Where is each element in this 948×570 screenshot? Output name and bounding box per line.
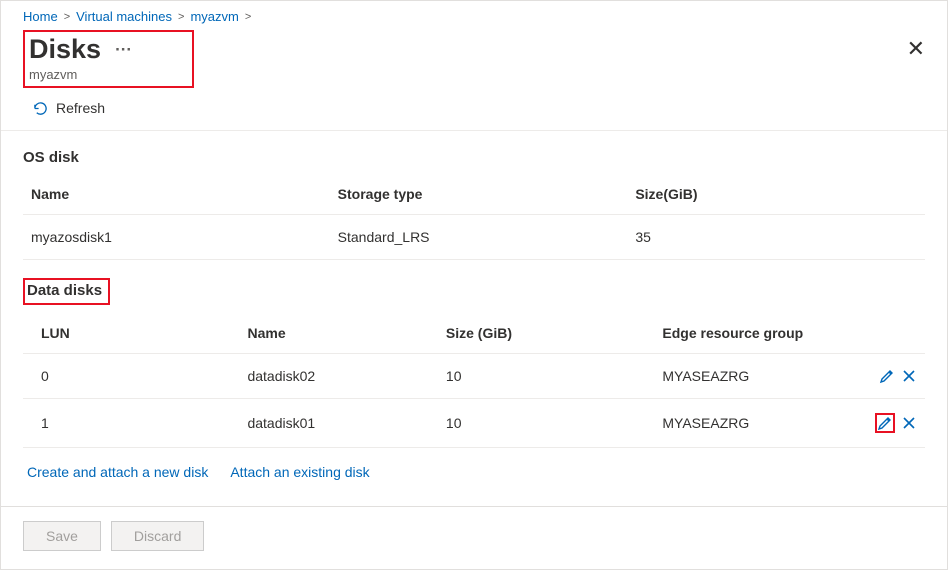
data-disk-name: datadisk02 (239, 354, 437, 399)
data-disk-lun: 1 (23, 399, 239, 448)
refresh-label: Refresh (56, 100, 105, 116)
data-disks-table: LUN Name Size (GiB) Edge resource group … (23, 315, 925, 448)
edit-button[interactable] (877, 415, 893, 431)
refresh-button[interactable]: Refresh (1, 90, 947, 131)
os-col-storage: Storage type (330, 176, 628, 215)
refresh-icon (33, 101, 48, 116)
attach-existing-disk-link[interactable]: Attach an existing disk (230, 464, 369, 480)
os-disk-storage: Standard_LRS (330, 215, 628, 260)
create-attach-disk-link[interactable]: Create and attach a new disk (27, 464, 208, 480)
os-disk-section-title: OS disk (23, 131, 925, 176)
breadcrumb-virtual-machines[interactable]: Virtual machines (76, 9, 172, 24)
close-button[interactable]: ✕ (907, 36, 925, 62)
chevron-right-icon: > (245, 11, 251, 23)
data-col-erg: Edge resource group (654, 315, 852, 354)
data-disk-lun: 0 (23, 354, 239, 399)
page-title: Disks (29, 34, 101, 65)
os-disk-name: myazosdisk1 (23, 215, 330, 260)
data-disk-size: 10 (438, 399, 654, 448)
data-col-lun: LUN (23, 315, 239, 354)
os-col-name: Name (23, 176, 330, 215)
table-row: 0 datadisk02 10 MYASEAZRG (23, 354, 925, 399)
os-disk-size: 35 (627, 215, 925, 260)
edit-button[interactable] (879, 368, 895, 384)
delete-button[interactable] (901, 415, 917, 431)
data-disks-section-title: Data disks (23, 278, 110, 305)
data-disk-erg: MYASEAZRG (654, 399, 852, 448)
data-col-size: Size (GiB) (438, 315, 654, 354)
data-disk-size: 10 (438, 354, 654, 399)
data-col-name: Name (239, 315, 437, 354)
data-disk-erg: MYASEAZRG (654, 354, 852, 399)
delete-button[interactable] (901, 368, 917, 384)
save-button[interactable]: Save (23, 521, 101, 551)
page-subtitle: myazvm (29, 67, 132, 82)
breadcrumb-home[interactable]: Home (23, 9, 58, 24)
chevron-right-icon: > (178, 11, 184, 23)
breadcrumb-resource[interactable]: myazvm (190, 9, 238, 24)
os-col-size: Size(GiB) (627, 176, 925, 215)
breadcrumb: Home > Virtual machines > myazvm > (1, 1, 947, 30)
chevron-right-icon: > (64, 11, 70, 23)
discard-button[interactable]: Discard (111, 521, 204, 551)
more-ellipsis-icon[interactable]: ··· (115, 40, 132, 60)
os-disk-table: Name Storage type Size(GiB) myazosdisk1 … (23, 176, 925, 260)
data-disk-name: datadisk01 (239, 399, 437, 448)
table-row: myazosdisk1 Standard_LRS 35 (23, 215, 925, 260)
table-row: 1 datadisk01 10 MYASEAZRG (23, 399, 925, 448)
